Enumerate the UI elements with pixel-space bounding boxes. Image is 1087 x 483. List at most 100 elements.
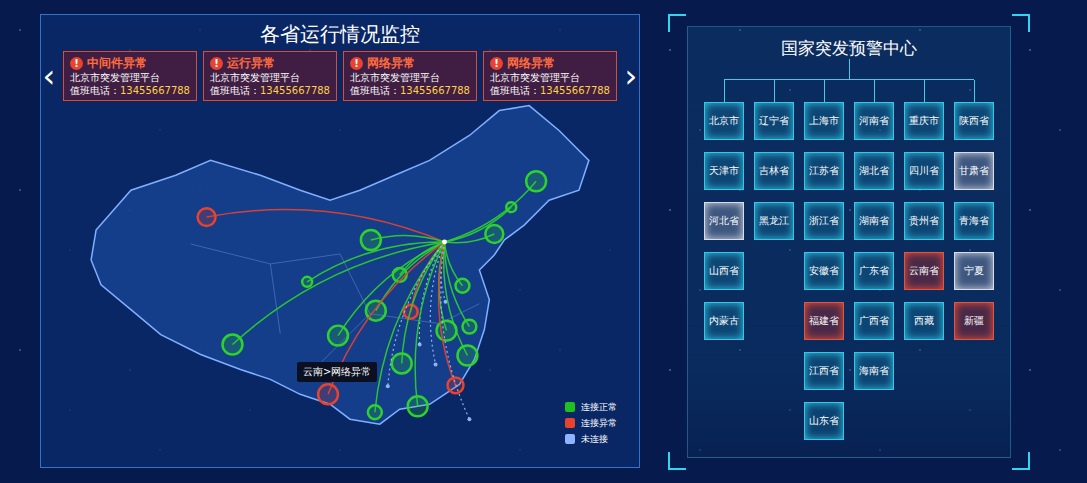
- connection[interactable]: [445, 225, 504, 243]
- province-node[interactable]: [318, 384, 338, 404]
- province-cell[interactable]: 贵州省: [904, 202, 944, 240]
- province-node[interactable]: [506, 202, 516, 212]
- connection[interactable]: [444, 242, 478, 365]
- province-node[interactable]: [386, 384, 390, 388]
- province-cell[interactable]: 广东省: [854, 252, 894, 290]
- alert-card[interactable]: !网络异常北京市突发管理平台值班电话：13455667788: [343, 51, 477, 101]
- province-node[interactable]: [418, 343, 422, 347]
- province-node[interactable]: [223, 335, 243, 355]
- frame-corner: [1012, 14, 1030, 32]
- connection[interactable]: [328, 242, 444, 346]
- alert-phone: 值班电话：13455667788: [70, 84, 190, 97]
- province-cell[interactable]: 北京市: [704, 102, 744, 140]
- province-column: 辽宁省吉林省黑龙江: [754, 80, 794, 240]
- connection[interactable]: [441, 242, 472, 421]
- frame-corner: [668, 452, 686, 470]
- province-cell[interactable]: 上海市: [804, 102, 844, 140]
- alert-carousel: ‹!中间件异常北京市突发管理平台值班电话：13455667788!运行异常北京市…: [41, 51, 639, 101]
- province-cell[interactable]: 江苏省: [804, 152, 844, 190]
- alert-phone: 值班电话：13455667788: [210, 84, 330, 97]
- tree-stub: [874, 80, 875, 102]
- province-cell[interactable]: 黑龙江: [754, 202, 794, 240]
- connection[interactable]: [386, 242, 445, 388]
- province-cell[interactable]: 安徽省: [804, 252, 844, 290]
- frame-corner: [1012, 452, 1030, 470]
- province-node[interactable]: [408, 396, 428, 416]
- province-cell[interactable]: 山东省: [804, 402, 844, 440]
- province-cell[interactable]: 新疆: [954, 302, 994, 340]
- alert-platform: 北京市突发管理平台: [70, 71, 190, 84]
- map-tooltip: 云南>网络异常: [297, 362, 377, 382]
- alert-platform: 北京市突发管理平台: [210, 71, 330, 84]
- province-node[interactable]: [302, 277, 312, 287]
- province-cell[interactable]: 内蒙古: [704, 302, 744, 340]
- connection[interactable]: [198, 208, 445, 242]
- prev-arrow[interactable]: ‹: [41, 60, 57, 92]
- connection[interactable]: [445, 202, 517, 242]
- province-cell[interactable]: 宁夏: [954, 252, 994, 290]
- connection[interactable]: [368, 242, 445, 419]
- province-node[interactable]: [328, 326, 348, 346]
- connection[interactable]: [302, 242, 444, 287]
- province-node[interactable]: [392, 354, 412, 374]
- province-node[interactable]: [485, 225, 503, 243]
- connection[interactable]: [445, 171, 547, 242]
- province-monitor-panel: 各省运行情况监控‹!中间件异常北京市突发管理平台值班电话：13455667788…: [40, 14, 640, 468]
- next-arrow[interactable]: ›: [623, 60, 639, 92]
- center-title: 国家突发预警中心: [781, 37, 917, 59]
- province-node[interactable]: [526, 171, 546, 191]
- alert-card[interactable]: !中间件异常北京市突发管理平台值班电话：13455667788: [63, 51, 197, 101]
- province-cell[interactable]: 浙江省: [804, 202, 844, 240]
- province-cell[interactable]: 海南省: [854, 352, 894, 390]
- alert-card[interactable]: !运行异常北京市突发管理平台值班电话：13455667788: [203, 51, 337, 101]
- province-cell[interactable]: 河北省: [704, 202, 744, 240]
- province-cell[interactable]: 青海省: [954, 202, 994, 240]
- connection[interactable]: [445, 242, 470, 293]
- province-cell[interactable]: 云南省: [904, 252, 944, 290]
- panel-header: 各省运行情况监控‹!中间件异常北京市突发管理平台值班电话：13455667788…: [41, 15, 639, 101]
- province-cell[interactable]: 山西省: [704, 252, 744, 290]
- province-cell[interactable]: 陕西省: [954, 102, 994, 140]
- alert-header: !运行异常: [210, 55, 330, 71]
- province-node[interactable]: [198, 208, 216, 226]
- province-cell[interactable]: 重庆市: [904, 102, 944, 140]
- province-node[interactable]: [368, 405, 382, 419]
- alert-phone: 值班电话：13455667788: [490, 84, 610, 97]
- province-cell[interactable]: 福建省: [804, 302, 844, 340]
- alert-header: !网络异常: [490, 55, 610, 71]
- connection[interactable]: [223, 242, 445, 355]
- connection[interactable]: [392, 242, 445, 373]
- alert-platform: 北京市突发管理平台: [350, 71, 470, 84]
- map-legend: 连接正常连接异常未连接: [565, 401, 617, 445]
- province-cell[interactable]: 四川省: [904, 152, 944, 190]
- province-node[interactable]: [462, 320, 476, 334]
- tree-stub: [774, 80, 775, 102]
- alert-title: 运行异常: [227, 55, 275, 71]
- alert-card[interactable]: !网络异常北京市突发管理平台值班电话：13455667788: [483, 51, 617, 101]
- tree-stub: [824, 80, 825, 102]
- connection[interactable]: [430, 242, 444, 366]
- legend-item: 未连接: [565, 433, 617, 445]
- legend-item: 连接异常: [565, 417, 617, 429]
- province-cell[interactable]: 广西省: [854, 302, 894, 340]
- province-cell[interactable]: 江西省: [804, 352, 844, 390]
- province-cell[interactable]: 甘肃省: [954, 152, 994, 190]
- province-cell[interactable]: 吉林省: [754, 152, 794, 190]
- province-cell[interactable]: 湖北省: [854, 152, 894, 190]
- province-node[interactable]: [361, 230, 381, 250]
- province-node[interactable]: [467, 417, 471, 421]
- province-cell[interactable]: 河南省: [854, 102, 894, 140]
- connection[interactable]: [445, 242, 477, 334]
- province-node[interactable]: [457, 346, 477, 366]
- province-cell[interactable]: 西藏: [904, 302, 944, 340]
- province-cell[interactable]: 辽宁省: [754, 102, 794, 140]
- frame-corner: [668, 14, 686, 32]
- connection[interactable]: [408, 242, 445, 416]
- connection-line: [441, 242, 470, 419]
- province-node[interactable]: [434, 362, 438, 366]
- province-cell[interactable]: 天津市: [704, 152, 744, 190]
- connection[interactable]: [366, 242, 445, 321]
- province-node[interactable]: [455, 279, 469, 293]
- connection-line: [375, 242, 445, 412]
- province-cell[interactable]: 湖南省: [854, 202, 894, 240]
